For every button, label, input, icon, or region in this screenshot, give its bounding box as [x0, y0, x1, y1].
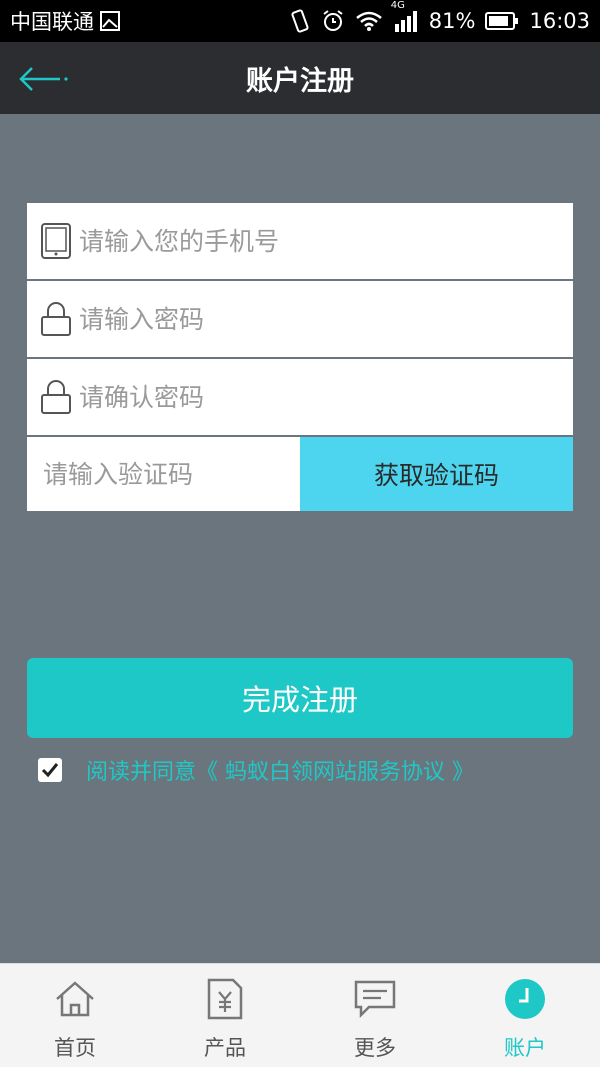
tab-label: 产品: [204, 1036, 246, 1060]
complete-register-button[interactable]: 完成注册: [27, 658, 573, 738]
home-icon: [52, 976, 98, 1022]
confirm-password-input[interactable]: [79, 382, 519, 412]
signal-icon: 4G: [391, 0, 419, 32]
carrier-label: 中国联通: [10, 10, 94, 34]
account-icon: [502, 976, 548, 1022]
verification-row: 获取验证码: [27, 437, 573, 511]
password-input[interactable]: [79, 304, 519, 334]
code-input-wrap: [27, 437, 300, 511]
back-arrow-icon: [19, 67, 68, 91]
lock-icon: [39, 377, 73, 417]
lock-icon: [39, 299, 73, 339]
battery-icon: [485, 11, 519, 31]
register-form: 获取验证码: [27, 203, 573, 511]
agreement-row: 阅读并同意《 蚂蚁白领网站服务协议 》: [38, 754, 474, 786]
tab-account[interactable]: 账户: [450, 964, 600, 1067]
wifi-icon: [355, 10, 383, 32]
checkmark-icon: [41, 763, 59, 778]
agreement-link[interactable]: 阅读并同意《 蚂蚁白领网站服务协议 》: [86, 754, 474, 786]
password-row: [27, 281, 573, 359]
nav-bar: 账户注册: [0, 42, 600, 114]
image-notification-icon: [100, 11, 120, 31]
agreement-checkbox[interactable]: [38, 758, 62, 782]
phone-input[interactable]: [79, 226, 519, 256]
tab-home[interactable]: 首页: [0, 964, 150, 1067]
clock-time: 16:03: [529, 9, 590, 33]
get-code-button[interactable]: 获取验证码: [300, 437, 573, 511]
page-title: 账户注册: [246, 65, 354, 97]
tab-more[interactable]: 更多: [300, 964, 450, 1067]
network-type-label: 4G: [390, 0, 405, 11]
battery-percent: 81%: [428, 9, 476, 33]
tab-label: 账户: [504, 1036, 546, 1060]
message-icon: [352, 976, 398, 1022]
back-button[interactable]: [18, 64, 72, 94]
tab-products[interactable]: 产品: [150, 964, 300, 1067]
vibrate-icon: [289, 9, 311, 33]
phone-icon: [39, 221, 73, 261]
product-icon: [202, 976, 248, 1022]
tab-label: 首页: [54, 1036, 96, 1060]
alarm-icon: [321, 9, 345, 33]
tab-label: 更多: [354, 1036, 396, 1060]
confirm-password-row: [27, 359, 573, 437]
phone-row: [27, 203, 573, 281]
verification-code-input[interactable]: [43, 459, 293, 489]
bottom-tab-bar: 首页 产品 更多 账户: [0, 963, 600, 1067]
status-bar: 中国联通 4G 81% 16:03: [0, 0, 600, 42]
